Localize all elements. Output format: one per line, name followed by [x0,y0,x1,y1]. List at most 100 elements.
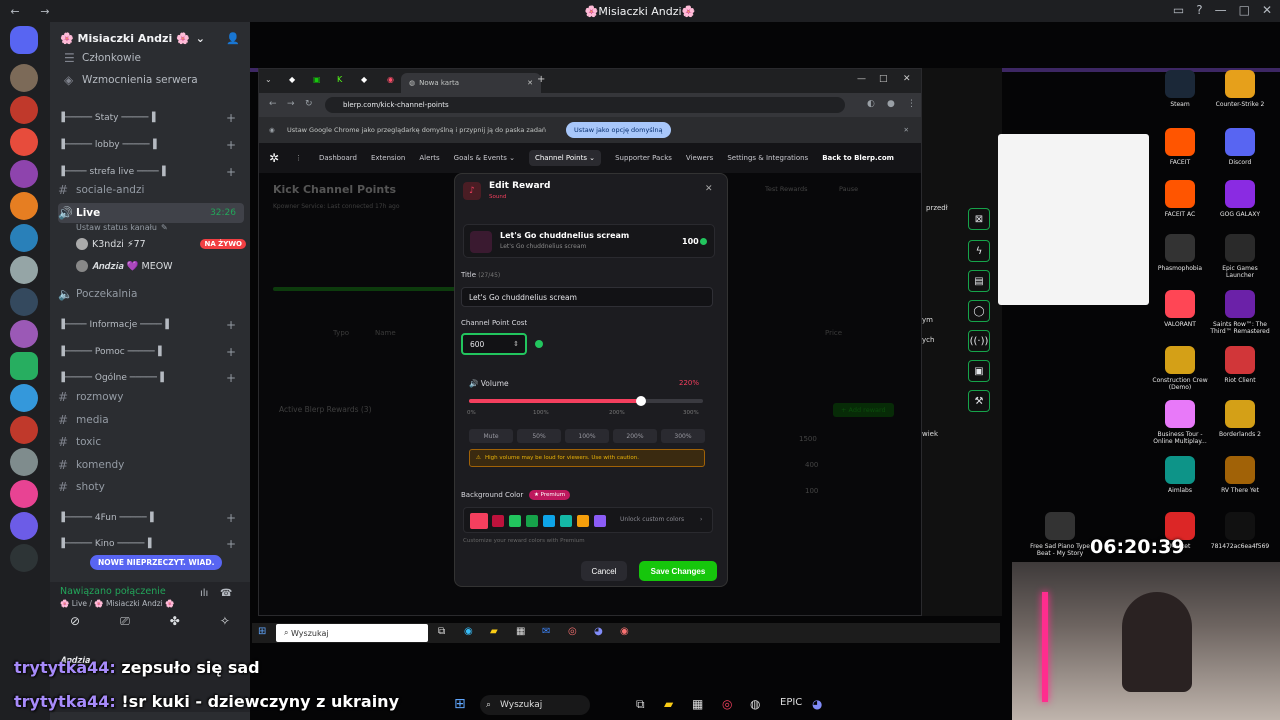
extension-icon[interactable]: ◐ [867,99,875,109]
pinned-tab-icon[interactable]: ◆ [361,75,367,84]
close-icon[interactable]: ✕ [903,74,911,84]
add-channel-icon[interactable]: + [226,165,236,179]
category-strefa-live[interactable]: ▐──── strefa live ────▐ + [58,162,244,182]
profile-icon[interactable]: ● [887,99,895,109]
server-icon[interactable] [10,512,38,540]
desktop-icon[interactable]: Aimlabs [1150,456,1210,494]
server-icon[interactable] [10,128,38,156]
volume-300-button[interactable]: 300% [661,429,705,443]
maximize-icon[interactable]: □ [1239,3,1250,17]
menu-icon[interactable]: ⋮ [907,99,916,109]
desktop-icon[interactable]: Steam [1150,70,1210,108]
nav-channel-points[interactable]: Channel Points ⌄ [528,150,602,166]
server-icon[interactable] [10,256,38,284]
kick-tab-icon[interactable]: K [337,75,342,84]
new-tab-icon[interactable]: + [537,74,545,85]
epic-games-icon[interactable]: EPIC [780,697,802,708]
help-icon[interactable]: ? [1196,3,1202,17]
soundboard-icon[interactable]: ılı [200,588,208,599]
add-reward-button[interactable]: + Add reward [833,403,894,417]
test-rewards-button[interactable]: Test Rewards [765,185,807,193]
voice-member[interactable]: K3ndzi ⚡77 NA ŻYWO [76,238,246,250]
members-link[interactable]: ☰ Członkowie [58,48,244,68]
server-icon[interactable] [10,64,38,92]
tool-button[interactable]: ▣ [968,360,990,382]
close-modal-icon[interactable]: ✕ [705,184,713,194]
volume-mute-button[interactable]: Mute [469,429,513,443]
channel-sociale-andzi[interactable]: # sociale-andzi [58,180,244,200]
desktop-icon[interactable]: Business Tour - Online Multiplay... [1150,400,1210,445]
desktop-icon[interactable]: Epic Games Launcher [1210,234,1270,279]
task-view-icon[interactable]: ⧉ [438,626,445,637]
server-icon[interactable] [10,224,38,252]
new-unread-messages-pill[interactable]: NOWE NIEPRZECZYT. WIAD. [90,555,223,570]
back-arrow-icon[interactable]: ← [269,99,277,109]
server-icon[interactable] [10,288,38,316]
desktop-icon[interactable]: Counter-Strike 2 [1210,70,1270,108]
tool-button[interactable]: ▤ [968,270,990,292]
store-icon[interactable]: ▦ [692,697,703,711]
desktop-icon[interactable]: FACEIT [1150,128,1210,166]
task-view-icon[interactable]: ⧉ [636,697,645,712]
add-channel-icon[interactable]: + [226,511,236,525]
reload-icon[interactable]: ↻ [305,99,313,109]
taskbar-search-box[interactable]: ⌕ Wyszukaj [480,695,590,715]
category-lobby[interactable]: ▐───── lobby ─────▐ + [58,135,244,155]
desktop-icon[interactable]: Phasmophobia [1150,234,1210,272]
windows-start-icon[interactable]: ⊞ [454,696,466,712]
add-channel-icon[interactable]: + [226,318,236,332]
volume-50-button[interactable]: 50% [517,429,561,443]
channel-media[interactable]: # media [58,410,244,430]
category-pomoc[interactable]: ▐───── Pomoc ─────▐ + [58,342,244,362]
wrench-icon[interactable]: ⚒ [968,390,990,412]
close-icon[interactable]: ✕ [1262,3,1272,17]
server-icon[interactable] [10,96,38,124]
discord-icon[interactable]: ◕ [594,626,603,637]
channel-live[interactable]: 🔊 Live 32:26 [58,203,244,223]
category-kino[interactable]: ▐───── Kino ─────▐ + [58,534,244,554]
store-icon[interactable]: ▦ [516,626,525,637]
inner-search-box[interactable]: ⌕ Wyszukaj [276,624,428,642]
pause-button[interactable]: Pause [839,185,858,193]
add-channel-icon[interactable]: + [226,537,236,551]
camera-off-icon[interactable]: ⊘ [70,614,80,629]
nav-dashboard[interactable]: Dashboard [319,154,357,162]
add-member-icon[interactable]: 👤 [226,32,240,45]
pinned-tab-icon[interactable]: ◆ [289,75,295,84]
desktop-icon[interactable]: Construction Crew (Demo) [1150,346,1210,391]
cost-input[interactable]: 600 ⇕ [461,333,527,355]
color-swatch[interactable] [470,513,488,529]
boosts-link[interactable]: ◈ Wzmocnienia serwera [58,70,244,90]
close-infobar-icon[interactable]: ✕ [904,126,909,134]
windows-start-icon[interactable]: ⊞ [258,626,266,637]
nav-viewers[interactable]: Viewers [686,154,713,162]
pinned-tab-icon[interactable]: ◉ [387,75,394,84]
nav-goals-events[interactable]: Goals & Events ⌄ [454,154,515,162]
tool-button[interactable]: ⊠ [968,208,990,230]
screen-share-icon[interactable]: ⎚ [120,614,130,629]
server-icon[interactable] [10,544,38,572]
cancel-button[interactable]: Cancel [581,561,627,581]
broadcast-icon[interactable]: ((·)) [968,330,990,352]
unlock-colors-link[interactable]: Unlock custom colors [620,516,684,523]
connection-location[interactable]: 🌸 Live / 🌸 Misiaczki Andzi 🌸 [60,599,174,608]
server-icon[interactable] [10,320,38,348]
desktop-icon[interactable]: Discord [1210,128,1270,166]
nav-alerts[interactable]: Alerts [419,154,439,162]
volume-200-button[interactable]: 200% [613,429,657,443]
channel-toxic[interactable]: # toxic [58,432,244,452]
channel-poczekalnia[interactable]: 🔈 Poczekalnia [58,284,244,304]
voice-member[interactable]: 𝑨𝒏𝒅𝒛𝒊𝒂 💜 MEOW [76,260,173,272]
save-changes-button[interactable]: Save Changes [639,561,717,581]
channel-status-hint[interactable]: Ustaw status kanału ✎ [76,223,168,232]
edge-icon[interactable]: ◉ [464,626,473,637]
soundboard-icon[interactable]: ✧ [220,614,230,629]
color-swatch[interactable] [492,515,504,527]
add-channel-icon[interactable]: + [226,345,236,359]
discord-home-icon[interactable] [10,26,38,54]
set-default-button[interactable]: Ustaw jako opcję domyślną [566,122,671,138]
nav-supporter-packs[interactable]: Supporter Packs [615,154,672,162]
desktop-icon[interactable]: 781472ac6ea4f569 [1210,512,1270,550]
pinned-tab-icon[interactable]: ▣ [313,75,321,84]
channel-shoty[interactable]: # shoty [58,477,244,497]
